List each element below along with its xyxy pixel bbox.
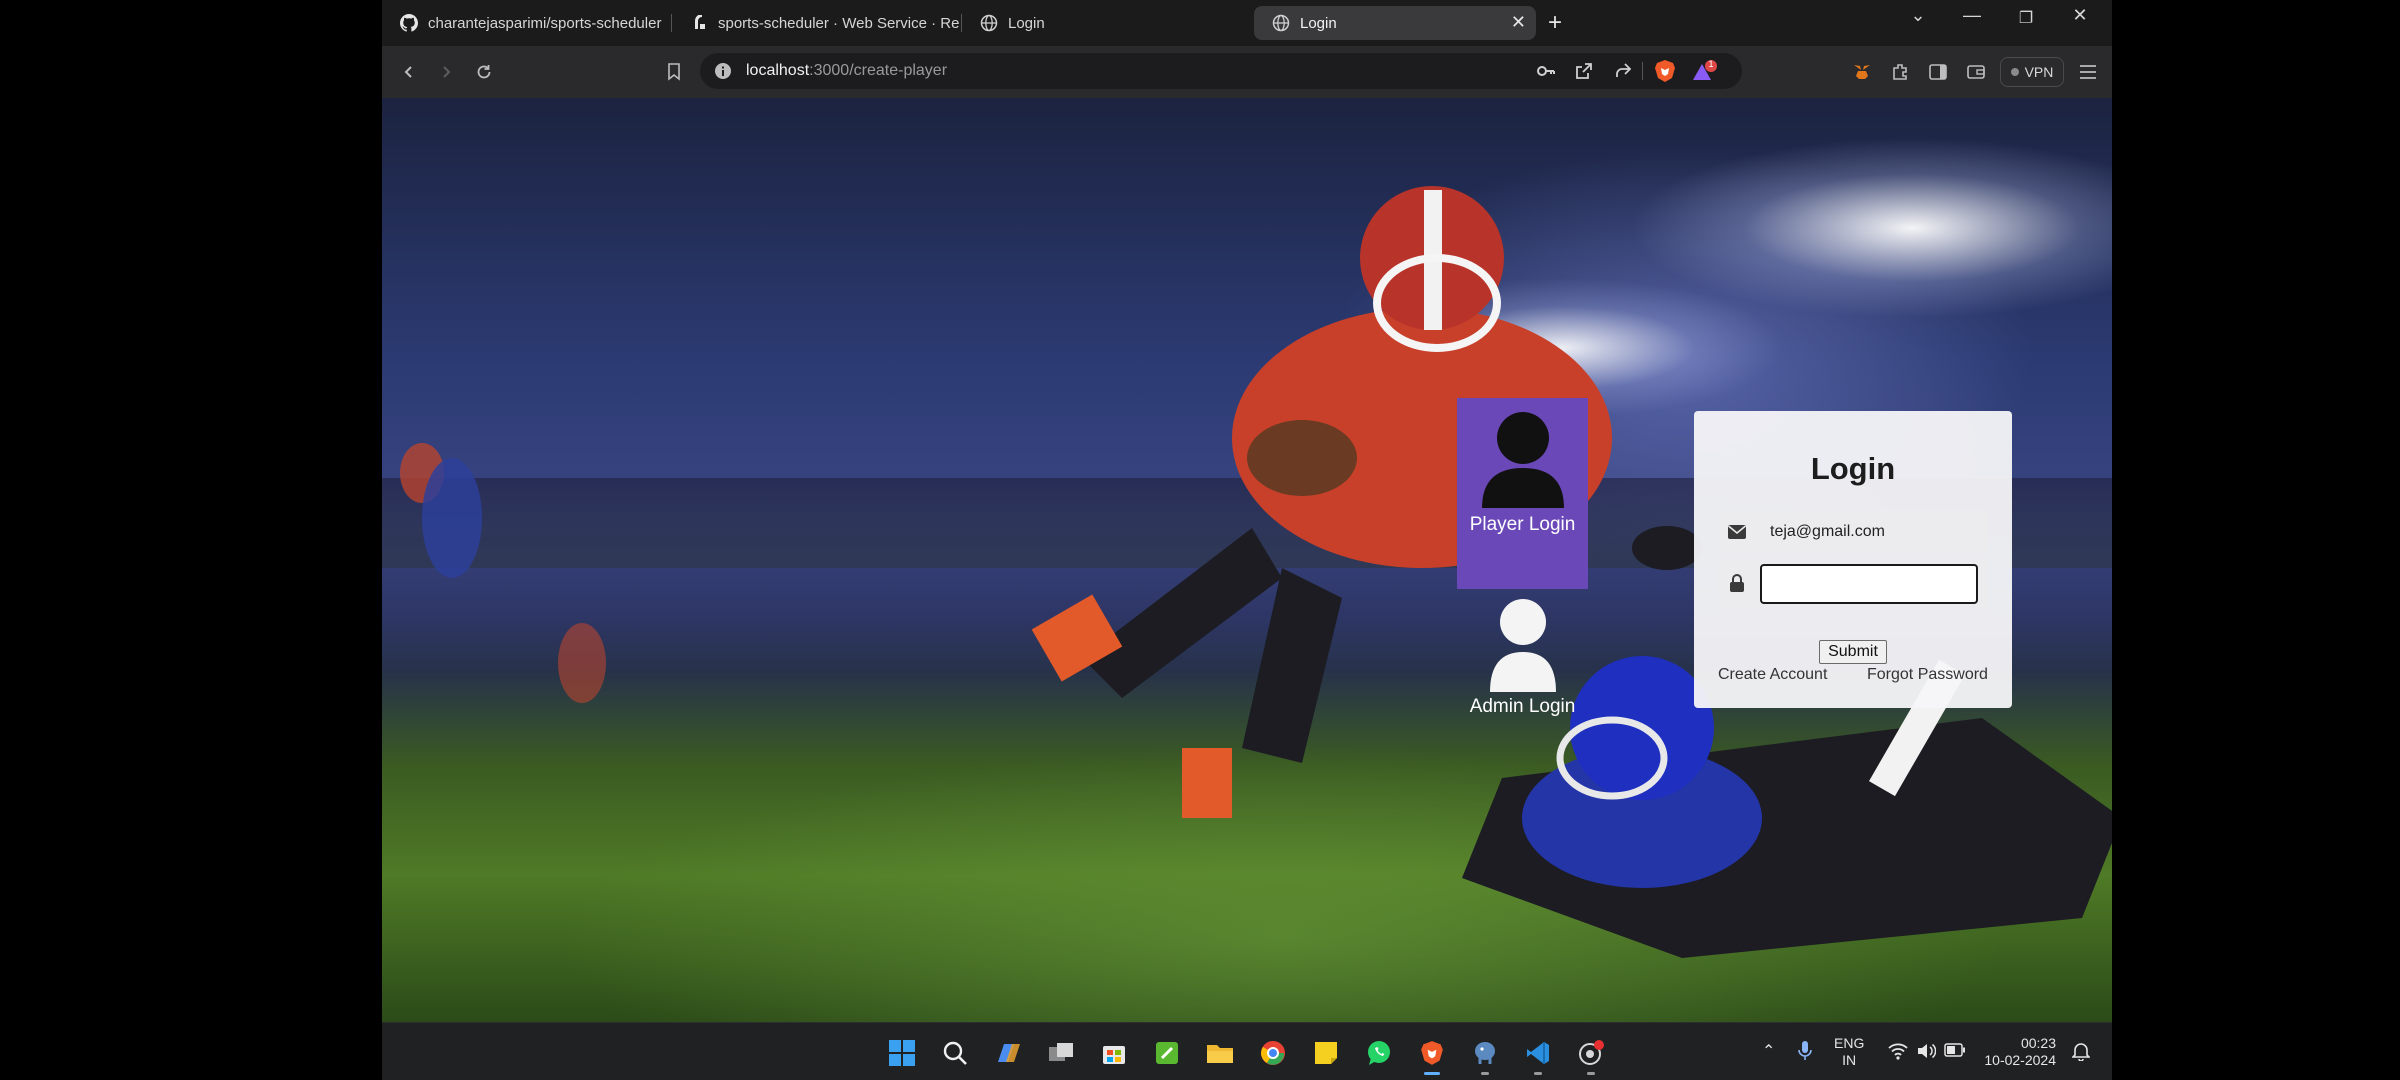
notification-bell-icon[interactable]: [2071, 1041, 2091, 1064]
vpn-label: VPN: [2024, 64, 2054, 80]
tab-render-title: sports-scheduler · Web Service · Re: [718, 14, 960, 32]
close-window-button[interactable]: ✕: [2060, 5, 2100, 26]
player-login-card[interactable]: Player Login: [1457, 398, 1588, 589]
page-viewport: Player Login Admin Login Login teja@gmai…: [382, 98, 2112, 1023]
url-path: :3000/create-player: [809, 62, 948, 79]
language-indicator[interactable]: ENG IN: [1834, 1035, 1864, 1069]
admin-login-card[interactable]: Admin Login: [1457, 598, 1588, 728]
create-account-link[interactable]: Create Account: [1718, 666, 1827, 684]
money-app-icon[interactable]: [1151, 1037, 1183, 1069]
password-input[interactable]: [1760, 564, 1978, 604]
chrome-icon[interactable]: [1257, 1037, 1289, 1069]
tab-login-active-title: Login: [1300, 14, 1337, 32]
globe-icon: [980, 14, 998, 32]
tab-login-1-title: Login: [1008, 14, 1045, 32]
region-code: IN: [1842, 1052, 1857, 1068]
language-code: ENG: [1834, 1035, 1865, 1051]
close-tab-icon[interactable]: ✕: [1511, 12, 1526, 33]
tab-strip: charantejasparimi/sports-scheduler sport…: [382, 0, 2112, 46]
divider: [1642, 62, 1643, 80]
microsoft-store-icon[interactable]: [1098, 1037, 1130, 1069]
reload-button[interactable]: [471, 59, 497, 85]
player-avatar-icon: [1481, 412, 1564, 508]
back-button[interactable]: [396, 59, 422, 85]
sticky-notes-icon[interactable]: [1310, 1037, 1342, 1069]
dev-tool-icon[interactable]: [1575, 1037, 1607, 1075]
start-button[interactable]: [886, 1037, 918, 1069]
maximize-button[interactable]: ❐: [2006, 8, 2046, 28]
brave-taskbar-icon[interactable]: [1416, 1037, 1448, 1075]
tab-render[interactable]: sports-scheduler · Web Service · Re: [672, 6, 962, 40]
url-text: localhost:3000/create-player: [746, 62, 947, 80]
copilot-icon[interactable]: [992, 1037, 1024, 1069]
tab-github-title: charantejasparimi/sports-scheduler: [428, 14, 662, 32]
globe-icon: [1272, 14, 1290, 32]
brave-shields-icon[interactable]: [1654, 59, 1676, 88]
vpn-status-icon: [2010, 68, 2019, 76]
admin-login-label: Admin Login: [1469, 696, 1576, 717]
submit-button[interactable]: Submit: [1819, 640, 1887, 664]
tab-github[interactable]: charantejasparimi/sports-scheduler: [382, 6, 672, 40]
tab-login-active[interactable]: Login ✕: [1254, 6, 1536, 40]
new-tab-button[interactable]: +: [1548, 9, 1562, 37]
volume-icon[interactable]: [1916, 1042, 1937, 1063]
envelope-icon: [1718, 524, 1756, 540]
share-icon[interactable]: [1613, 61, 1633, 86]
login-form: Login teja@gmail.com Submit Create Accou…: [1694, 411, 2012, 708]
tab-login-1[interactable]: Login: [962, 6, 1252, 40]
brave-rewards-icon[interactable]: 1: [1692, 59, 1718, 89]
site-info-icon[interactable]: [714, 62, 732, 85]
email-field-row[interactable]: teja@gmail.com: [1718, 509, 1988, 555]
tab-search-chevron-icon[interactable]: ⌄: [1898, 5, 1938, 26]
running-app-indicator: [1481, 1072, 1489, 1075]
clock[interactable]: 00:23 10-02-2024: [1984, 1035, 2056, 1069]
tray-chevron-icon[interactable]: ⌃: [1762, 1041, 1775, 1061]
password-field-row: [1718, 557, 1988, 613]
github-icon: [400, 14, 418, 32]
vpn-button[interactable]: VPN: [2000, 57, 2064, 87]
address-bar[interactable]: localhost:3000/create-player 1: [700, 53, 1742, 89]
extensions-icon[interactable]: [1887, 59, 1913, 85]
key-icon[interactable]: [1536, 61, 1556, 86]
open-external-icon[interactable]: [1574, 61, 1594, 86]
windows-taskbar: ⌃ ENG IN 00:23 10-02-2024: [382, 1022, 2112, 1080]
render-icon: [690, 14, 708, 32]
forgot-password-link[interactable]: Forgot Password: [1867, 666, 1988, 684]
menu-icon[interactable]: [2075, 59, 2101, 85]
battery-icon[interactable]: [1944, 1043, 1966, 1060]
rewards-badge: 1: [1708, 59, 1714, 69]
active-app-indicator: [1424, 1072, 1440, 1075]
browser-window: charantejasparimi/sports-scheduler sport…: [382, 0, 2112, 1080]
running-app-indicator: [1534, 1072, 1542, 1075]
email-value[interactable]: teja@gmail.com: [1770, 523, 1885, 541]
clock-date: 10-02-2024: [1984, 1052, 2056, 1068]
url-host: localhost: [746, 62, 810, 79]
search-icon[interactable]: [939, 1037, 971, 1069]
clock-time: 00:23: [2020, 1035, 2056, 1051]
sidebar-icon[interactable]: [1925, 59, 1951, 85]
forward-button[interactable]: [433, 59, 459, 85]
lock-icon: [1718, 573, 1756, 593]
metamask-icon[interactable]: [1849, 59, 1875, 85]
wifi-icon[interactable]: [1888, 1042, 1908, 1063]
screen: charantejasparimi/sports-scheduler sport…: [0, 0, 2400, 1080]
file-explorer-icon[interactable]: [1204, 1037, 1236, 1069]
task-view-icon[interactable]: [1045, 1037, 1077, 1069]
whatsapp-icon[interactable]: [1363, 1037, 1395, 1069]
browser-toolbar: localhost:3000/create-player 1 VPN: [382, 46, 2112, 98]
running-app-indicator: [1587, 1072, 1595, 1075]
player-login-label: Player Login: [1469, 514, 1576, 535]
postgresql-icon[interactable]: [1469, 1037, 1501, 1075]
wallet-icon[interactable]: [1963, 59, 1989, 85]
vscode-icon[interactable]: [1522, 1037, 1554, 1075]
minimize-button[interactable]: —: [1952, 5, 1992, 26]
bookmark-icon[interactable]: [661, 59, 687, 85]
login-title: Login: [1810, 451, 1896, 486]
microphone-icon[interactable]: [1798, 1040, 1812, 1065]
admin-avatar-icon: [1489, 599, 1556, 692]
